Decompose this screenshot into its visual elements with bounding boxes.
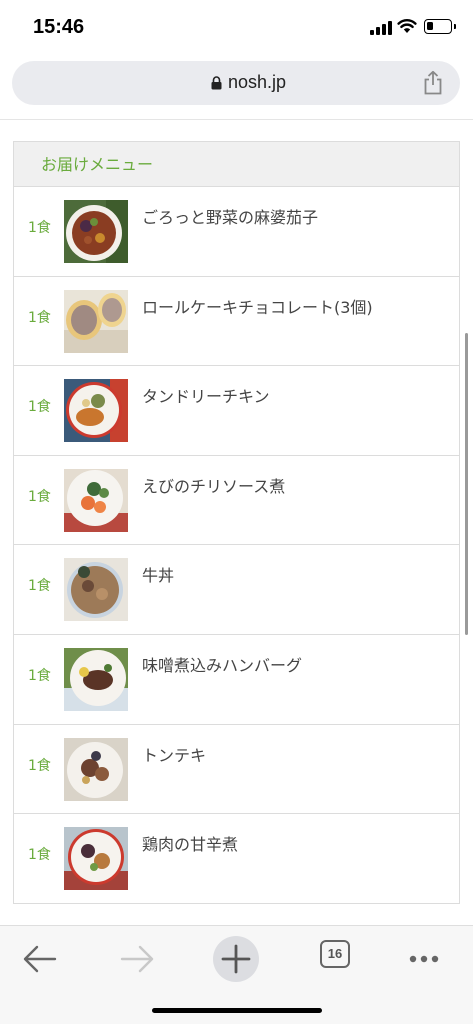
status-bar: 15:46 [0,0,473,52]
food-photo-icon [64,737,128,801]
menu-item: 1食 ごろっと野菜の麻婆茄子 [14,187,459,277]
delivery-menu-title: お届けメニュー [14,142,459,187]
item-quantity: 1食 [28,847,51,864]
lock-icon [211,76,222,90]
battery-icon [424,19,456,34]
item-name: 鶏肉の甘辛煮 [142,835,239,855]
food-photo-icon [64,379,128,443]
item-name: えびのチリソース煮 [142,476,286,496]
back-arrow-icon[interactable] [17,936,63,982]
item-name: 牛丼 [142,566,175,586]
browser-toolbar: 16 [0,925,473,1024]
delivery-menu-panel: お届けメニュー 1食 ごろっと野菜の麻婆茄子 1食 ロールケーキチョコレート(3… [13,141,460,904]
address-bar[interactable]: nosh.jp [12,61,460,105]
item-quantity: 1食 [28,220,51,236]
food-photo-icon [64,468,128,532]
item-quantity: 1食 [28,667,51,684]
food-photo-icon [64,827,128,891]
wifi-icon [397,19,417,33]
menu-item: 1食 えびのチリソース煮 [14,456,459,546]
page-scrollbar[interactable] [465,333,468,635]
forward-arrow-icon[interactable] [114,936,160,982]
menu-item: 1食 牛丼 [14,545,459,635]
item-name: 味噌煮込みハンバーグ [142,655,303,675]
page-divider [0,119,473,120]
item-name: トンテキ [142,745,207,765]
new-tab-plus-icon[interactable] [213,936,259,982]
food-photo-icon [64,289,128,353]
item-quantity: 1食 [28,399,51,416]
item-quantity: 1食 [28,488,51,505]
item-quantity: 1食 [28,757,51,774]
item-quantity: 1食 [28,578,51,595]
food-photo-icon [64,558,128,622]
food-photo-icon [64,647,128,711]
home-indicator [152,1008,322,1013]
item-quantity: 1食 [28,309,51,326]
menu-item: 1食 鶏肉の甘辛煮 [14,814,459,903]
item-name: ロールケーキチョコレート(3個) [142,297,373,317]
share-icon[interactable] [421,70,445,96]
menu-item: 1食 タンドリーチキン [14,366,459,456]
food-photo-icon [64,200,128,263]
cellular-signal-icon [370,21,392,35]
tab-count-button[interactable]: 16 [320,940,350,968]
item-name: ごろっと野菜の麻婆茄子 [142,208,319,227]
item-name: タンドリーチキン [142,387,270,407]
battery-level [427,22,433,30]
menu-item: 1食 ロールケーキチョコレート(3個) [14,277,459,367]
url-text: nosh.jp [228,72,287,92]
more-options-icon[interactable] [401,936,447,982]
menu-item: 1食 トンテキ [14,725,459,815]
status-time: 15:46 [33,16,85,38]
menu-item: 1食 味噌煮込みハンバーグ [14,635,459,725]
